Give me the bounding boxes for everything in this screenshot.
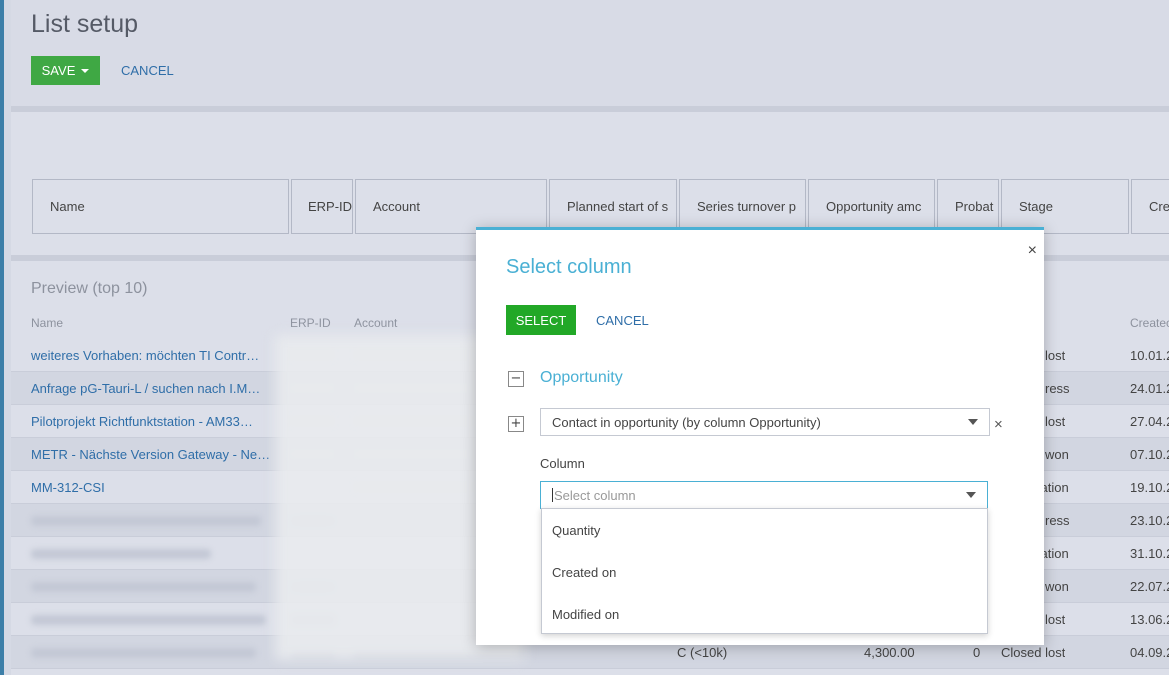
close-icon[interactable]: × xyxy=(1028,242,1037,260)
row-name-link[interactable]: MM-312-CSI xyxy=(31,480,271,495)
collapse-icon[interactable]: − xyxy=(508,371,524,387)
menu-item-created-on[interactable]: Created on xyxy=(542,551,987,593)
remove-icon[interactable]: × xyxy=(994,416,1003,433)
row-name-link[interactable]: weiteres Vorhaben: möchten TI Contr… xyxy=(31,348,271,363)
preview-header-created: Createc xyxy=(1130,316,1169,330)
chevron-down-icon xyxy=(968,419,978,425)
save-button-label: SAVE xyxy=(41,63,76,78)
left-accent-bar xyxy=(0,0,4,675)
column-header-erp-id[interactable]: ERP-ID xyxy=(291,179,353,234)
preview-header-account: Account xyxy=(354,316,398,330)
row-stage: lost xyxy=(1045,348,1066,363)
redacted-name xyxy=(31,648,256,658)
column-field-label: Column xyxy=(540,456,585,471)
column-options-menu: Quantity Created on Modified on xyxy=(541,508,988,634)
row-created: 22.07.2 xyxy=(1130,579,1169,594)
redacted-name xyxy=(31,615,266,625)
caret-down-icon xyxy=(81,68,90,73)
menu-item-quantity[interactable]: Quantity xyxy=(542,509,987,551)
column-header-planned-start[interactable]: Planned start of s xyxy=(549,179,677,234)
expand-icon[interactable]: + xyxy=(508,416,524,432)
column-header-stage[interactable]: Stage xyxy=(1001,179,1129,234)
row-created: 04.09.2 xyxy=(1130,645,1169,660)
redacted-name xyxy=(31,516,261,526)
row-stage: ress xyxy=(1045,513,1070,528)
column-header-probability[interactable]: Probat xyxy=(937,179,999,234)
column-header-name[interactable]: Name xyxy=(32,179,289,234)
text-cursor xyxy=(552,488,553,502)
column-select-input[interactable]: Select column xyxy=(540,481,988,509)
row-stage: won xyxy=(1045,447,1069,462)
dialog-title: Select column xyxy=(506,256,632,278)
row-created: 24.01.2 xyxy=(1130,381,1169,396)
row-name-link[interactable]: Pilotprojekt Richtfunktstation - AM33… xyxy=(31,414,271,429)
row-created: 27.04.2 xyxy=(1130,414,1169,429)
column-header-opportunity-amount[interactable]: Opportunity amc xyxy=(808,179,935,234)
preview-title: Preview (top 10) xyxy=(31,280,148,297)
row-stage: ress xyxy=(1045,381,1070,396)
column-select-placeholder: Select column xyxy=(554,487,636,503)
redacted-name xyxy=(31,582,256,592)
relation-dropdown[interactable]: Contact in opportunity (by column Opport… xyxy=(540,408,990,436)
row-planned-start: C (<10k) xyxy=(677,645,728,660)
row-stage: won xyxy=(1045,579,1069,594)
column-header-account[interactable]: Account xyxy=(355,179,547,234)
column-header-created[interactable]: Cre xyxy=(1131,179,1169,234)
row-stage: lost xyxy=(1045,414,1066,429)
row-created: 23.10.2 xyxy=(1130,513,1169,528)
preview-header-name: Name xyxy=(31,316,64,330)
page-header: List setup SAVE CANCEL xyxy=(11,0,1169,106)
page-title: List setup xyxy=(31,10,139,38)
save-button[interactable]: SAVE xyxy=(31,56,100,85)
group-label-opportunity: Opportunity xyxy=(540,369,623,386)
row-stage: Closed lost xyxy=(1001,645,1066,660)
row-stage: lost xyxy=(1045,612,1066,627)
column-header-series-turnover[interactable]: Series turnover p xyxy=(679,179,806,234)
row-name-link[interactable]: METR - Nächste Version Gateway - Ne… xyxy=(31,447,271,462)
menu-item-modified-on[interactable]: Modified on xyxy=(542,593,987,635)
cancel-button[interactable]: CANCEL xyxy=(121,63,174,78)
row-created: 19.10.2 xyxy=(1130,480,1169,495)
chevron-down-icon xyxy=(966,492,976,498)
row-opportunity-amount: 4,300.00 xyxy=(864,645,915,660)
select-button[interactable]: SELECT xyxy=(506,305,576,335)
redacted-name xyxy=(31,549,211,559)
row-name-link[interactable]: Anfrage pG-Tauri-L / suchen nach I.M… xyxy=(31,381,271,396)
row-created: 31.10.2 xyxy=(1130,546,1169,561)
row-created: 10.01.2 xyxy=(1130,348,1169,363)
dialog-cancel-button[interactable]: CANCEL xyxy=(596,313,649,328)
preview-header-erp-id: ERP-ID xyxy=(290,316,331,330)
row-probability: 0 xyxy=(973,645,981,660)
row-created: 13.06.2 xyxy=(1130,612,1169,627)
row-created: 07.10.2 xyxy=(1130,447,1169,462)
relation-dropdown-value: Contact in opportunity (by column Opport… xyxy=(552,414,821,430)
